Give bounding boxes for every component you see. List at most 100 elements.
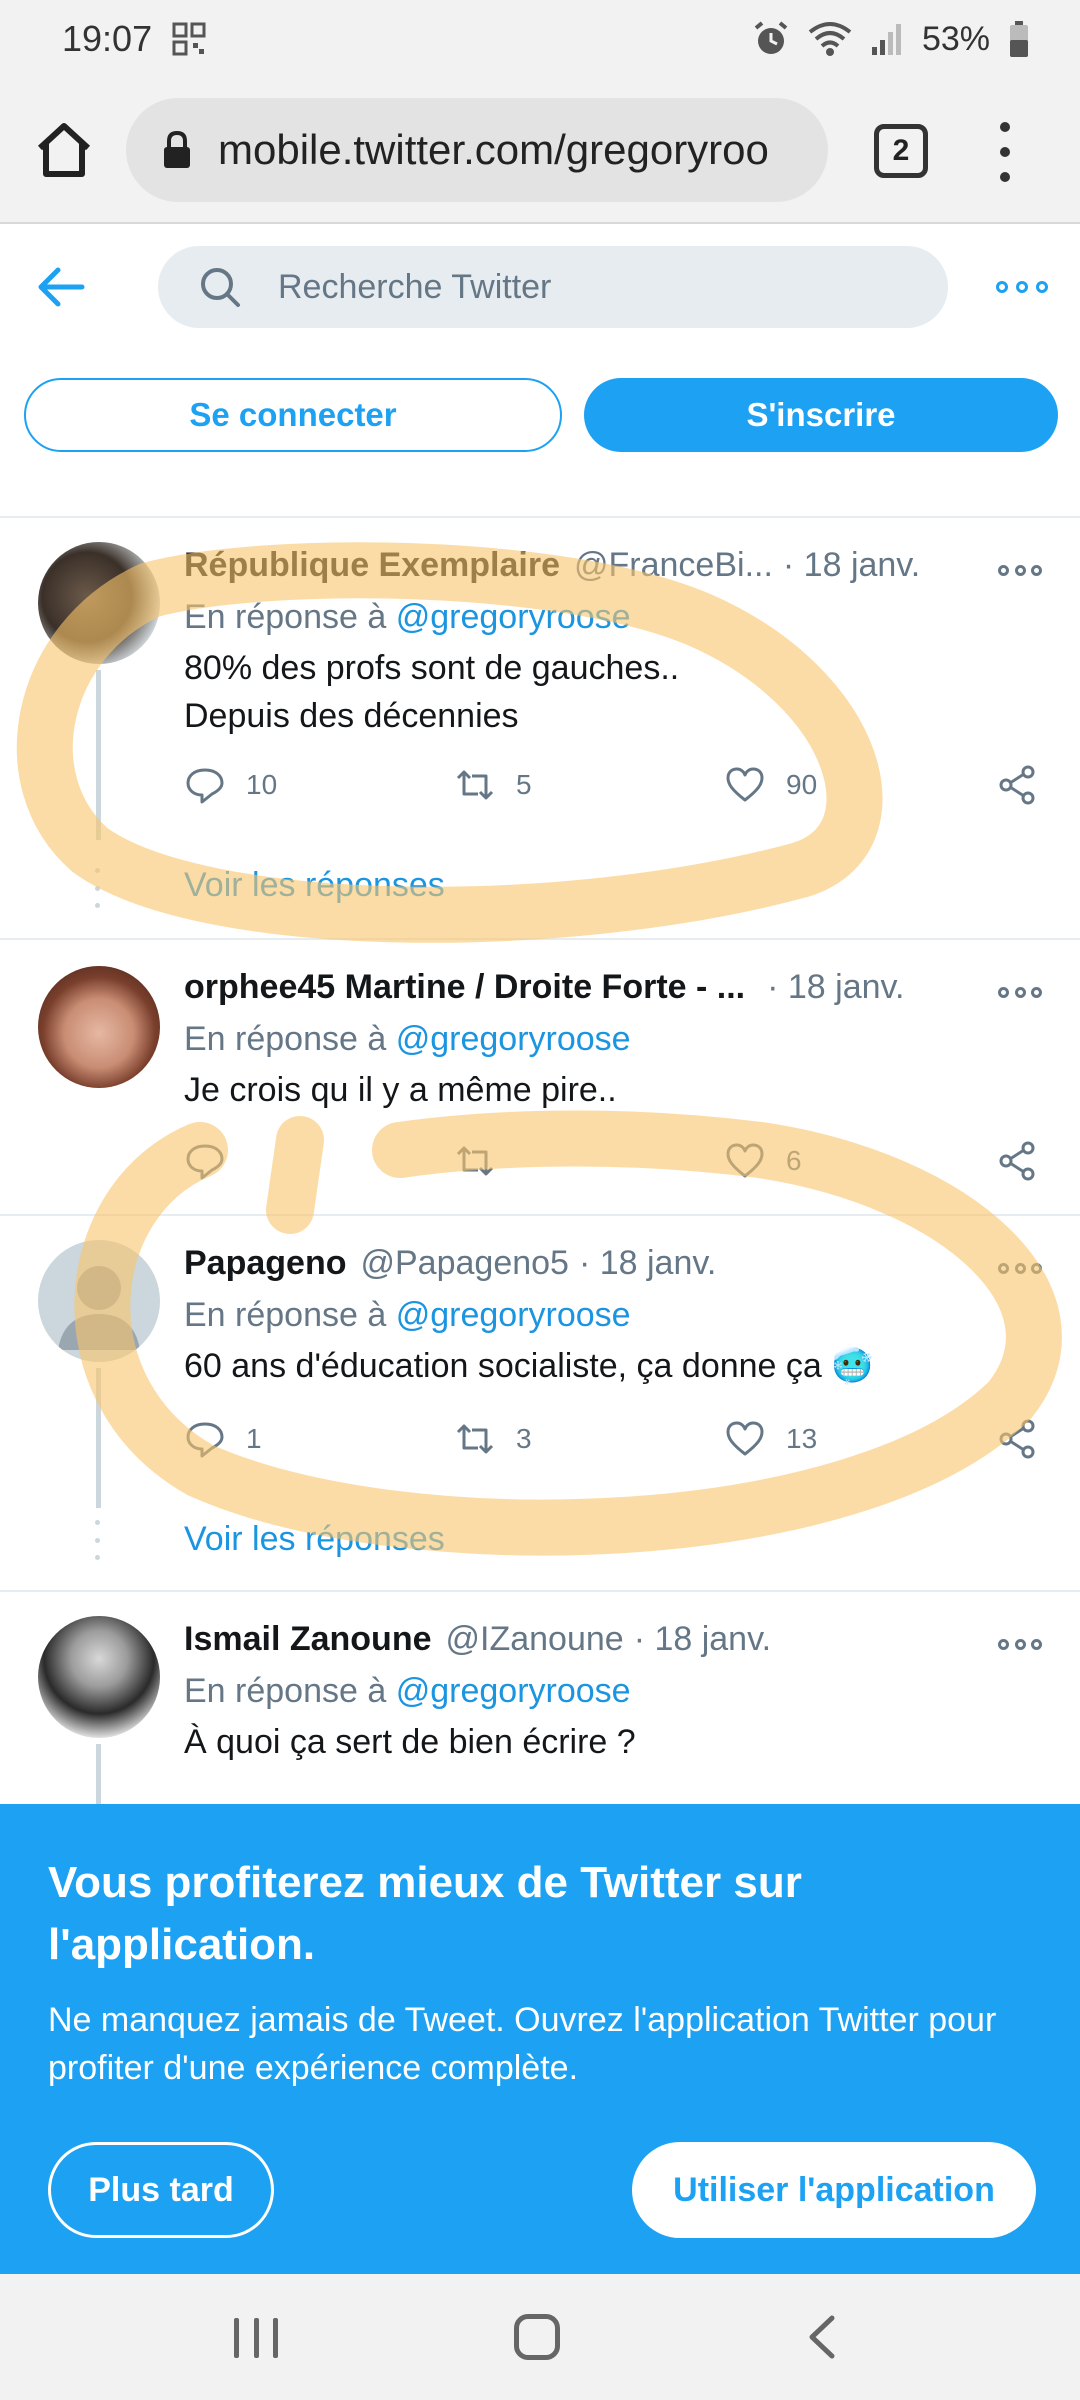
status-bar: 19:07 53% [0,0,1080,78]
retweet-icon [456,1146,494,1176]
kebab-menu-icon[interactable] [990,122,1020,182]
reply-mention-link[interactable]: @gregoryroose [396,598,631,636]
thread-dots [95,1520,101,1560]
tweet-header: Ismail Zanoune @IZanoune · 18 janv. [184,1620,944,1659]
promo-title: Vous profiterez mieux de Twitter sur l'a… [48,1858,802,1969]
avatar[interactable] [38,1616,160,1738]
avatar[interactable] [38,1240,160,1362]
retweet-action[interactable] [454,1140,496,1182]
see-replies-link[interactable]: Voir les réponses [184,866,445,905]
heart-icon [726,767,764,802]
battery-icon [1010,21,1028,57]
search-input[interactable] [278,267,878,307]
author-handle[interactable]: @IZanoune [446,1620,624,1659]
battery-percent: 53% [921,19,990,58]
retweet-count: 3 [516,1423,532,1454]
reply-mention-link[interactable]: @gregoryroose [396,1020,631,1058]
tweet-text: À quoi ça sert de bien écrire ? [184,1718,636,1766]
reply-icon [186,768,224,804]
reply-action[interactable]: 1 [184,1418,262,1460]
tweet-header: orphee45 Martine / Droite Forte - ... · … [184,968,944,1007]
tweet-more-icon[interactable] [998,1260,1042,1276]
tweet-text: Je crois qu il y a même pire.. [184,1066,617,1114]
alarm-icon [754,21,788,54]
tweet[interactable]: orphee45 Martine / Droite Forte - ... · … [0,942,1080,1216]
retweet-action[interactable]: 5 [454,764,532,806]
home-circle-icon[interactable] [514,2314,560,2360]
tweet[interactable]: République Exemplaire @FranceBi... · 18 … [0,520,1080,940]
share-icon [999,1141,1035,1181]
later-button[interactable]: Plus tard [48,2142,274,2238]
url-bar[interactable]: mobile.twitter.com/gregoryroo [126,98,828,202]
back-chevron-icon[interactable] [802,2314,842,2360]
retweet-count: 5 [516,769,532,800]
qr-code-icon [172,22,206,56]
search-box[interactable] [158,246,948,328]
reply-mention-link[interactable]: @gregoryroose [396,1296,631,1334]
tweet-actions: 10 5 90 [184,764,1044,814]
author-name[interactable]: République Exemplaire [184,546,560,585]
reply-to: En réponse à @gregoryroose [184,1296,631,1335]
share-action[interactable] [996,1140,1038,1182]
reply-count: 10 [246,769,278,800]
thread-line [96,670,101,840]
reply-icon [186,1144,224,1180]
share-action[interactable] [996,764,1038,806]
like-action[interactable]: 13 [724,1418,817,1460]
reply-action[interactable]: 10 [184,764,277,806]
tweet-date[interactable]: · 18 janv. [634,1620,771,1659]
author-handle[interactable]: @Papageno5 [360,1244,568,1283]
author-handle[interactable]: @FranceBi... [574,546,773,585]
browser-toolbar: mobile.twitter.com/gregoryroo 2 [0,78,1080,224]
default-avatar-icon [58,1266,140,1350]
share-icon [999,765,1035,805]
author-name[interactable]: orphee45 Martine / Droite Forte - ... [184,968,745,1007]
tweet-text-line: 60 ans d'éducation socialiste, ça donne … [184,1347,874,1385]
tweet-date[interactable]: · 18 janv. [767,968,904,1007]
tweet-date[interactable]: · 18 janv. [783,546,920,585]
login-button[interactable]: Se connecter [24,378,562,452]
share-action[interactable] [996,1418,1038,1460]
reply-to: En réponse à @gregoryroose [184,1672,631,1711]
status-icons: 53% [752,20,1030,59]
recent-apps-icon[interactable] [234,2318,278,2358]
reply-prefix: En réponse à [184,1020,387,1058]
reply-count: 1 [246,1423,262,1454]
more-options-icon[interactable] [996,276,1048,298]
tweet-more-icon[interactable] [998,1636,1042,1652]
reply-mention-link[interactable]: @gregoryroose [396,1672,631,1710]
avatar[interactable] [38,966,160,1088]
back-arrow-icon[interactable] [36,262,86,312]
heart-icon [726,1143,764,1178]
author-name[interactable]: Papageno [184,1244,346,1283]
like-action[interactable]: 6 [724,1140,802,1182]
wifi-icon [808,22,852,56]
tweet-date[interactable]: · 18 janv. [579,1244,716,1283]
android-nav-bar [0,2274,1080,2400]
see-replies-link[interactable]: Voir les réponses [184,1520,445,1559]
tweet-actions: 1 3 13 [184,1418,1044,1468]
url-text: mobile.twitter.com/gregoryroo [218,126,769,173]
use-app-button[interactable]: Utiliser l'application [632,2142,1036,2238]
tabs-button[interactable]: 2 [874,124,928,178]
avatar[interactable] [38,542,160,664]
signup-button[interactable]: S'inscrire [584,378,1058,452]
reply-action[interactable] [184,1140,226,1182]
retweet-icon [456,770,494,800]
home-icon[interactable] [32,118,96,182]
like-action[interactable]: 90 [724,764,817,806]
reply-icon [186,1422,224,1458]
tweet[interactable]: Papageno @Papageno5 · 18 janv. En répons… [0,1218,1080,1592]
author-name[interactable]: Ismail Zanoune [184,1620,432,1659]
like-count: 13 [786,1423,818,1454]
like-count: 6 [786,1145,802,1176]
app-promo-banner: Vous profiterez mieux de Twitter sur l'a… [0,1804,1080,2274]
tweet-text: 60 ans d'éducation socialiste, ça donne … [184,1342,874,1390]
tweet-more-icon[interactable] [998,984,1042,1000]
tweet[interactable]: Ismail Zanoune @IZanoune · 18 janv. En r… [0,1594,1080,1834]
tweet-header: République Exemplaire @FranceBi... · 18 … [184,546,944,585]
tweet-more-icon[interactable] [998,562,1042,578]
retweet-action[interactable]: 3 [454,1418,532,1460]
tweet-text-line: 80% des profs sont de gauches.. [184,649,680,687]
tweet-text-line: Depuis des décennies [184,697,519,735]
